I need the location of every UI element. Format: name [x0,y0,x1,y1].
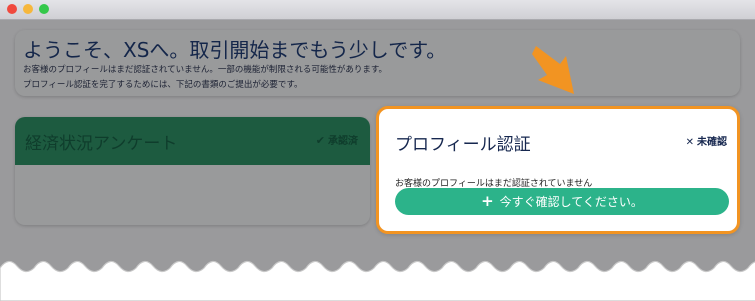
survey-status-label: 承認済 [328,136,358,147]
profile-card-title: プロフィール認証 [395,135,531,155]
minimize-window-button[interactable] [23,4,33,14]
survey-status-badge: ✔ 承認済 [316,132,358,147]
survey-card: 経済状況アンケート ✔ 承認済 [15,117,370,225]
profile-status-badge: ✕ 未確認 [686,133,727,148]
profile-verification-card: プロフィール認証 ✕ 未確認 お客様のプロフィールはまだ認証されていません + 今す… [376,106,740,234]
welcome-description-1: お客様のプロフィールはまだ認証されていません。一部の機能が制限される可能性があり… [23,65,387,75]
profile-status-label: 未確認 [697,137,727,148]
torn-edge [0,260,755,301]
verify-now-label: 今すぐ確認してください。 [499,195,643,209]
x-icon: ✕ [685,137,694,148]
welcome-panel: ようこそ、XSへ。取引開始までもう少しです。 お客様のプロフィールはまだ認証され… [15,30,740,96]
welcome-description-2: プロフィール認証を完了するためには、下記の書類のご提出が必要です。 [23,80,303,90]
survey-card-header: 経済状況アンケート ✔ 承認済 [15,117,370,165]
arrow-down-icon [532,46,574,94]
close-window-button[interactable] [7,4,17,14]
window-titlebar [0,0,755,20]
check-icon: ✔ [315,134,325,147]
survey-card-title: 経済状況アンケート [25,134,178,154]
verify-now-button[interactable]: + 今すぐ確認してください。 [395,188,729,215]
plus-icon: + [481,192,494,210]
welcome-title: ようこそ、XSへ。取引開始までもう少しです。 [23,38,447,62]
maximize-window-button[interactable] [39,4,49,14]
